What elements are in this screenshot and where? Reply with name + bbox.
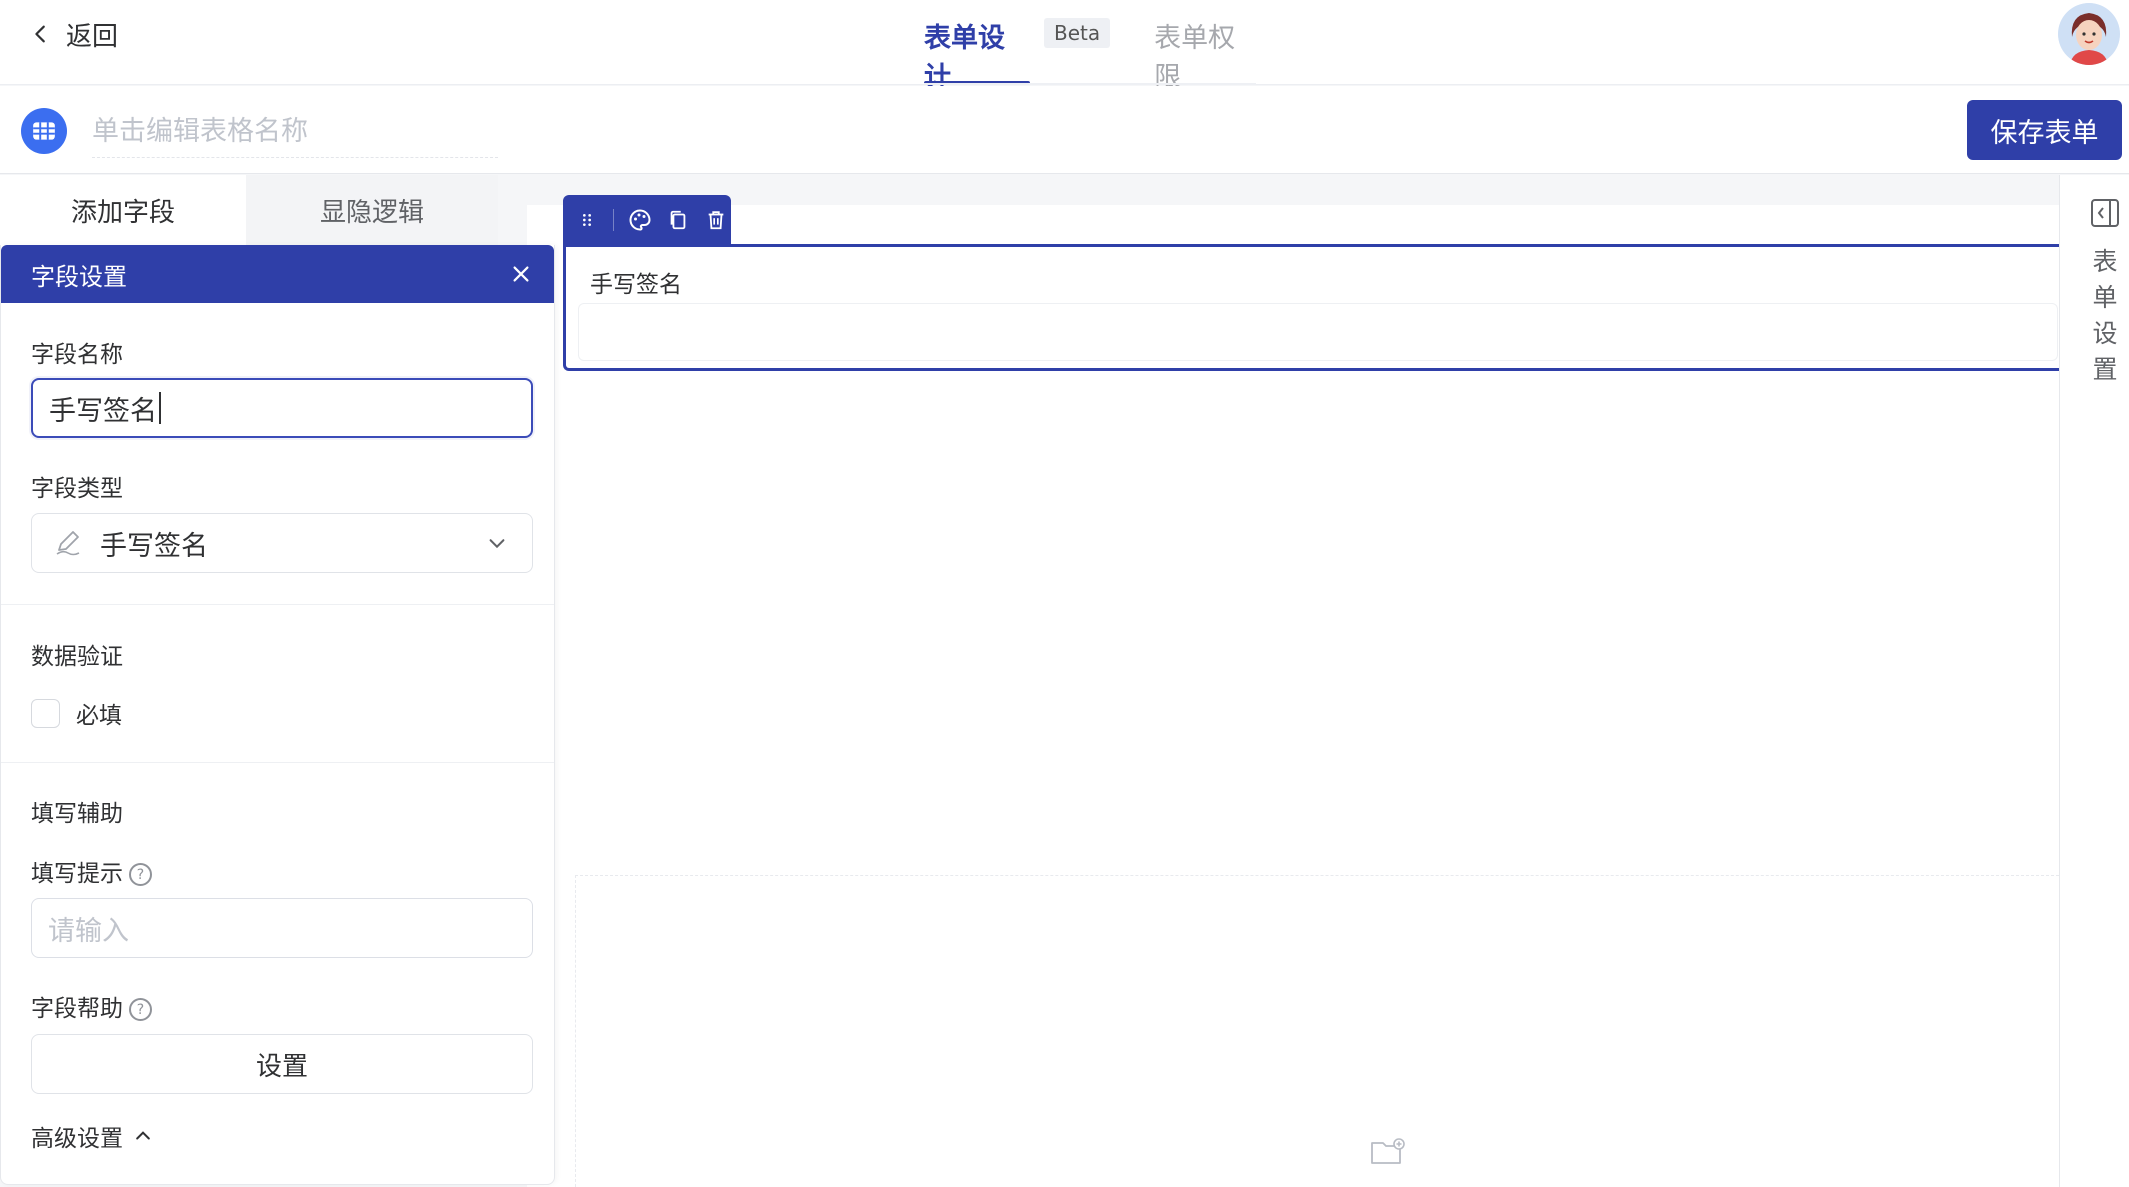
save-form-button[interactable]: 保存表单 [1967, 100, 2122, 160]
hint-label: 填写提示 [31, 861, 123, 887]
hint-placeholder: 请输入 [48, 915, 129, 947]
rail-char: 设 [2092, 319, 2118, 348]
avatar-icon [2058, 3, 2120, 65]
folder-add-icon [1370, 1137, 1406, 1167]
trash-icon[interactable] [704, 208, 728, 232]
help-settings-button[interactable]: 设置 [31, 1034, 533, 1094]
chevron-up-icon [136, 1131, 150, 1140]
top-bar: 返回 表单设计 Beta 表单权限 [0, 0, 2129, 93]
question-circle-icon[interactable]: ? [129, 998, 152, 1021]
question-circle-icon[interactable]: ? [129, 863, 152, 886]
field-settings-title: 字段设置 [31, 262, 127, 291]
toolbar-separator [613, 209, 614, 231]
tab-add-field[interactable]: 添加字段 [0, 175, 246, 245]
back-button[interactable]: 返回 [30, 14, 118, 54]
field-name-value: 手写签名 [49, 395, 157, 427]
assist-label: 填写辅助 [31, 801, 123, 827]
form-name-bar: 保存表单 [0, 86, 2129, 174]
form-settings-label[interactable]: 表 单 设 置 [2090, 244, 2120, 388]
hint-input[interactable]: 请输入 [31, 898, 533, 958]
help-label-row: 字段帮助? [31, 989, 152, 1023]
required-checkbox[interactable] [31, 698, 60, 728]
panel-collapse-icon[interactable] [2090, 198, 2120, 228]
signature-field-preview [578, 303, 2058, 361]
beta-badge: Beta [1044, 18, 1111, 48]
left-panel-tabs: 添加字段 显隐逻辑 [0, 175, 498, 245]
tab-visibility-logic[interactable]: 显隐逻辑 [246, 175, 498, 245]
rail-char: 置 [2092, 355, 2118, 384]
tab-form-design[interactable]: 表单设计 [924, 0, 1030, 93]
rail-char: 单 [2092, 283, 2118, 312]
text-caret [159, 392, 161, 424]
field-type-value: 手写签名 [100, 530, 208, 562]
field-name-label: 字段名称 [31, 342, 123, 368]
tabs-underline [924, 83, 1256, 85]
chevron-down-icon [489, 539, 505, 549]
field-toolbar [563, 195, 731, 245]
copy-icon[interactable] [666, 208, 690, 232]
drop-zone [575, 875, 2059, 1187]
palette-icon[interactable] [628, 208, 652, 232]
field-name-input[interactable]: 手写签名 [31, 378, 533, 438]
section-divider [1, 604, 554, 605]
back-label: 返回 [66, 21, 119, 52]
tab-form-permission[interactable]: 表单权限 [1154, 0, 1260, 93]
drag-handle-icon[interactable] [575, 208, 599, 232]
header-tabs: 表单设计 Beta 表单权限 [924, 0, 1260, 93]
field-settings-panel: 字段设置 字段名称 手写签名 字段类型 手写签名 数据验证 必填 填写辅助 填写… [0, 245, 555, 1185]
required-checkbox-row[interactable]: 必填 [31, 696, 122, 730]
table-grid-icon [21, 108, 67, 154]
help-label: 字段帮助 [31, 996, 123, 1022]
advanced-label: 高级设置 [31, 1126, 123, 1152]
section-divider [1, 762, 554, 763]
rail-char: 表 [2092, 247, 2118, 276]
field-card-label: 手写签名 [590, 272, 682, 298]
form-name-input[interactable] [92, 106, 498, 158]
pen-icon [56, 531, 80, 556]
hint-label-row: 填写提示? [31, 854, 152, 888]
close-icon[interactable] [506, 259, 536, 289]
advanced-settings-toggle[interactable]: 高级设置 [31, 1119, 153, 1153]
signature-field-card[interactable]: 手写签名 [563, 244, 2059, 371]
required-label: 必填 [76, 703, 122, 729]
field-type-select[interactable]: 手写签名 [31, 513, 533, 573]
validation-label: 数据验证 [31, 644, 123, 670]
field-type-label: 字段类型 [31, 476, 123, 502]
field-settings-header: 字段设置 [1, 245, 554, 303]
avatar[interactable] [2058, 3, 2120, 65]
chevron-left-icon [35, 25, 45, 43]
